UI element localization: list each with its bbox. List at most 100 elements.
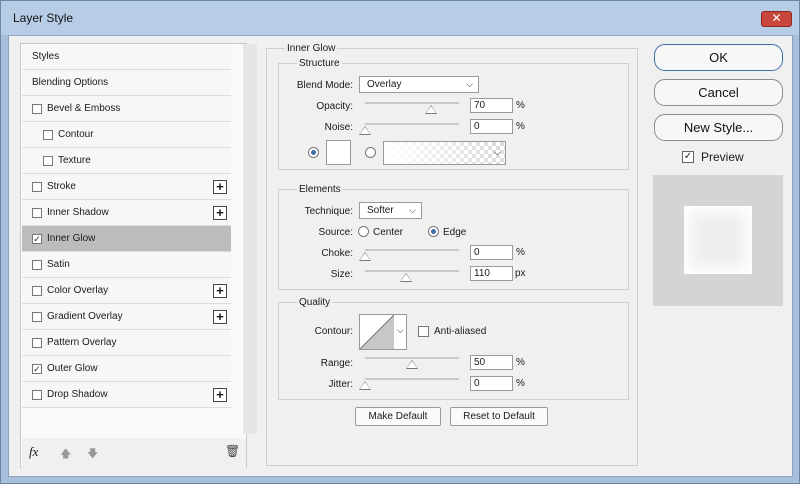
style-checkbox[interactable] [43,130,53,140]
opacity-label: Opacity: [316,101,353,112]
style-checkbox[interactable] [32,208,42,218]
sidebar-item-stroke[interactable]: Stroke + [22,174,231,200]
sidebar-item-label: Gradient Overlay [47,311,123,322]
add-effect-icon[interactable]: + [213,284,227,298]
choke-slider-track[interactable] [365,249,459,251]
chevron-down-icon: ⌵ [397,325,404,335]
style-checkbox[interactable] [32,182,42,192]
range-input[interactable]: 50 [470,355,513,370]
sidebar-item-contour[interactable]: Contour [22,122,231,148]
style-checkbox[interactable] [32,260,42,270]
blend-mode-label: Blend Mode: [296,80,353,91]
elements-title: Elements [297,184,343,195]
quality-title: Quality [297,297,333,308]
preview-checkbox[interactable]: ✓ [682,151,694,163]
opacity-input[interactable]: 70 [470,98,513,113]
jitter-slider-track[interactable] [365,378,459,380]
sidebar-scrollbar[interactable] [243,44,257,434]
jitter-unit: % [516,378,525,389]
elements-group: Elements Technique: Softer ⌵ Source: Cent… [278,184,629,290]
inner-glow-title: Inner Glow [285,43,338,54]
opacity-slider-track[interactable] [365,102,459,104]
jitter-slider-thumb[interactable] [359,381,371,390]
size-input[interactable]: 110 [470,266,513,281]
choke-input[interactable]: 0 [470,245,513,260]
contour-picker[interactable]: ⌵ [359,314,407,350]
sidebar-item-gradient-overlay[interactable]: Gradient Overlay + [22,304,231,330]
sidebar-item-texture[interactable]: Texture [22,148,231,174]
glow-gradient-picker[interactable]: ⌵ [383,141,506,165]
style-checkbox[interactable] [43,156,53,166]
sidebar-item-blending-options[interactable]: Blending Options [22,70,231,96]
sidebar-item-satin[interactable]: Satin [22,252,231,278]
style-checkbox[interactable]: ✓ [32,364,42,374]
technique-label: Technique: [304,206,353,217]
sidebar-item-outer-glow[interactable]: ✓ Outer Glow [22,356,231,382]
fx-icon[interactable]: fx [29,444,38,460]
quality-group: Quality Contour: ⌵ Anti-aliased Range: 5… [278,297,629,400]
gradient-radio[interactable] [365,147,376,158]
ok-button[interactable]: OK [654,44,783,71]
cancel-button[interactable]: Cancel [654,79,783,106]
sidebar-item-styles[interactable]: Styles [22,44,231,70]
technique-select[interactable]: Softer ⌵ [359,202,422,219]
style-checkbox[interactable] [32,312,42,322]
add-effect-icon[interactable]: + [213,206,227,220]
style-checkbox[interactable] [32,338,42,348]
source-center-radio[interactable] [358,226,369,237]
style-checkbox[interactable] [32,104,42,114]
range-slider-track[interactable] [365,357,459,359]
source-label: Source: [318,227,353,238]
sidebar-item-bevel-emboss[interactable]: Bevel & Emboss [22,96,231,122]
technique-value: Softer [367,205,394,216]
trash-icon[interactable]: 🗑 [225,444,240,458]
size-slider-thumb[interactable] [400,273,413,282]
sidebar-item-color-overlay[interactable]: Color Overlay + [22,278,231,304]
move-down-icon[interactable]: 🡇 [87,445,98,464]
range-unit: % [516,357,525,368]
style-checkbox[interactable]: ✓ [32,234,42,244]
noise-slider-track[interactable] [365,123,459,125]
dialog-body: Styles Blending Options Bevel & Emboss Cont… [8,35,793,477]
opacity-unit: % [516,100,525,111]
contour-curve [360,315,394,349]
add-effect-icon[interactable]: + [213,388,227,402]
style-checkbox[interactable] [32,286,42,296]
sidebar-item-label: Contour [58,129,94,140]
source-edge-radio[interactable] [428,226,439,237]
move-up-icon[interactable]: 🡅 [60,445,71,464]
new-style-button[interactable]: New Style... [654,114,783,141]
sidebar-item-label: Outer Glow [47,363,98,374]
jitter-input[interactable]: 0 [470,376,513,391]
blend-mode-value: Overlay [367,79,402,90]
sidebar-item-inner-glow[interactable]: ✓ Inner Glow [22,226,231,252]
sidebar-item-pattern-overlay[interactable]: Pattern Overlay [22,330,231,356]
range-slider-thumb[interactable] [406,360,418,369]
gradient-fade [384,142,494,164]
sidebar-item-drop-shadow[interactable]: Drop Shadow + [22,382,231,408]
style-checkbox[interactable] [32,390,42,400]
opacity-slider-thumb[interactable] [424,105,437,114]
sidebar-item-label: Styles [32,51,60,62]
make-default-button[interactable]: Make Default [355,407,441,426]
title-bar: Layer Style ✕ [1,1,799,35]
jitter-label: Jitter: [328,379,353,390]
blend-mode-select[interactable]: Overlay ⌵ [359,76,479,93]
source-center-label: Center [373,227,404,238]
sidebar-item-inner-shadow[interactable]: Inner Shadow + [22,200,231,226]
structure-group: Structure Blend Mode: Overlay ⌵ Opacity: … [278,58,629,170]
add-effect-icon[interactable]: + [213,310,227,324]
glow-color-swatch[interactable] [326,140,351,165]
color-radio[interactable] [308,147,319,158]
preview-thumbnail [653,175,783,306]
sidebar-item-label: Drop Shadow [47,389,108,400]
reset-to-default-button[interactable]: Reset to Default [450,407,548,426]
noise-label: Noise: [324,122,353,133]
choke-slider-thumb[interactable] [359,252,371,261]
anti-aliased-checkbox[interactable] [418,326,429,337]
size-slider-track[interactable] [365,270,459,272]
add-effect-icon[interactable]: + [213,180,227,194]
noise-slider-thumb[interactable] [359,126,371,135]
close-button[interactable]: ✕ [761,11,792,27]
noise-input[interactable]: 0 [470,119,513,134]
